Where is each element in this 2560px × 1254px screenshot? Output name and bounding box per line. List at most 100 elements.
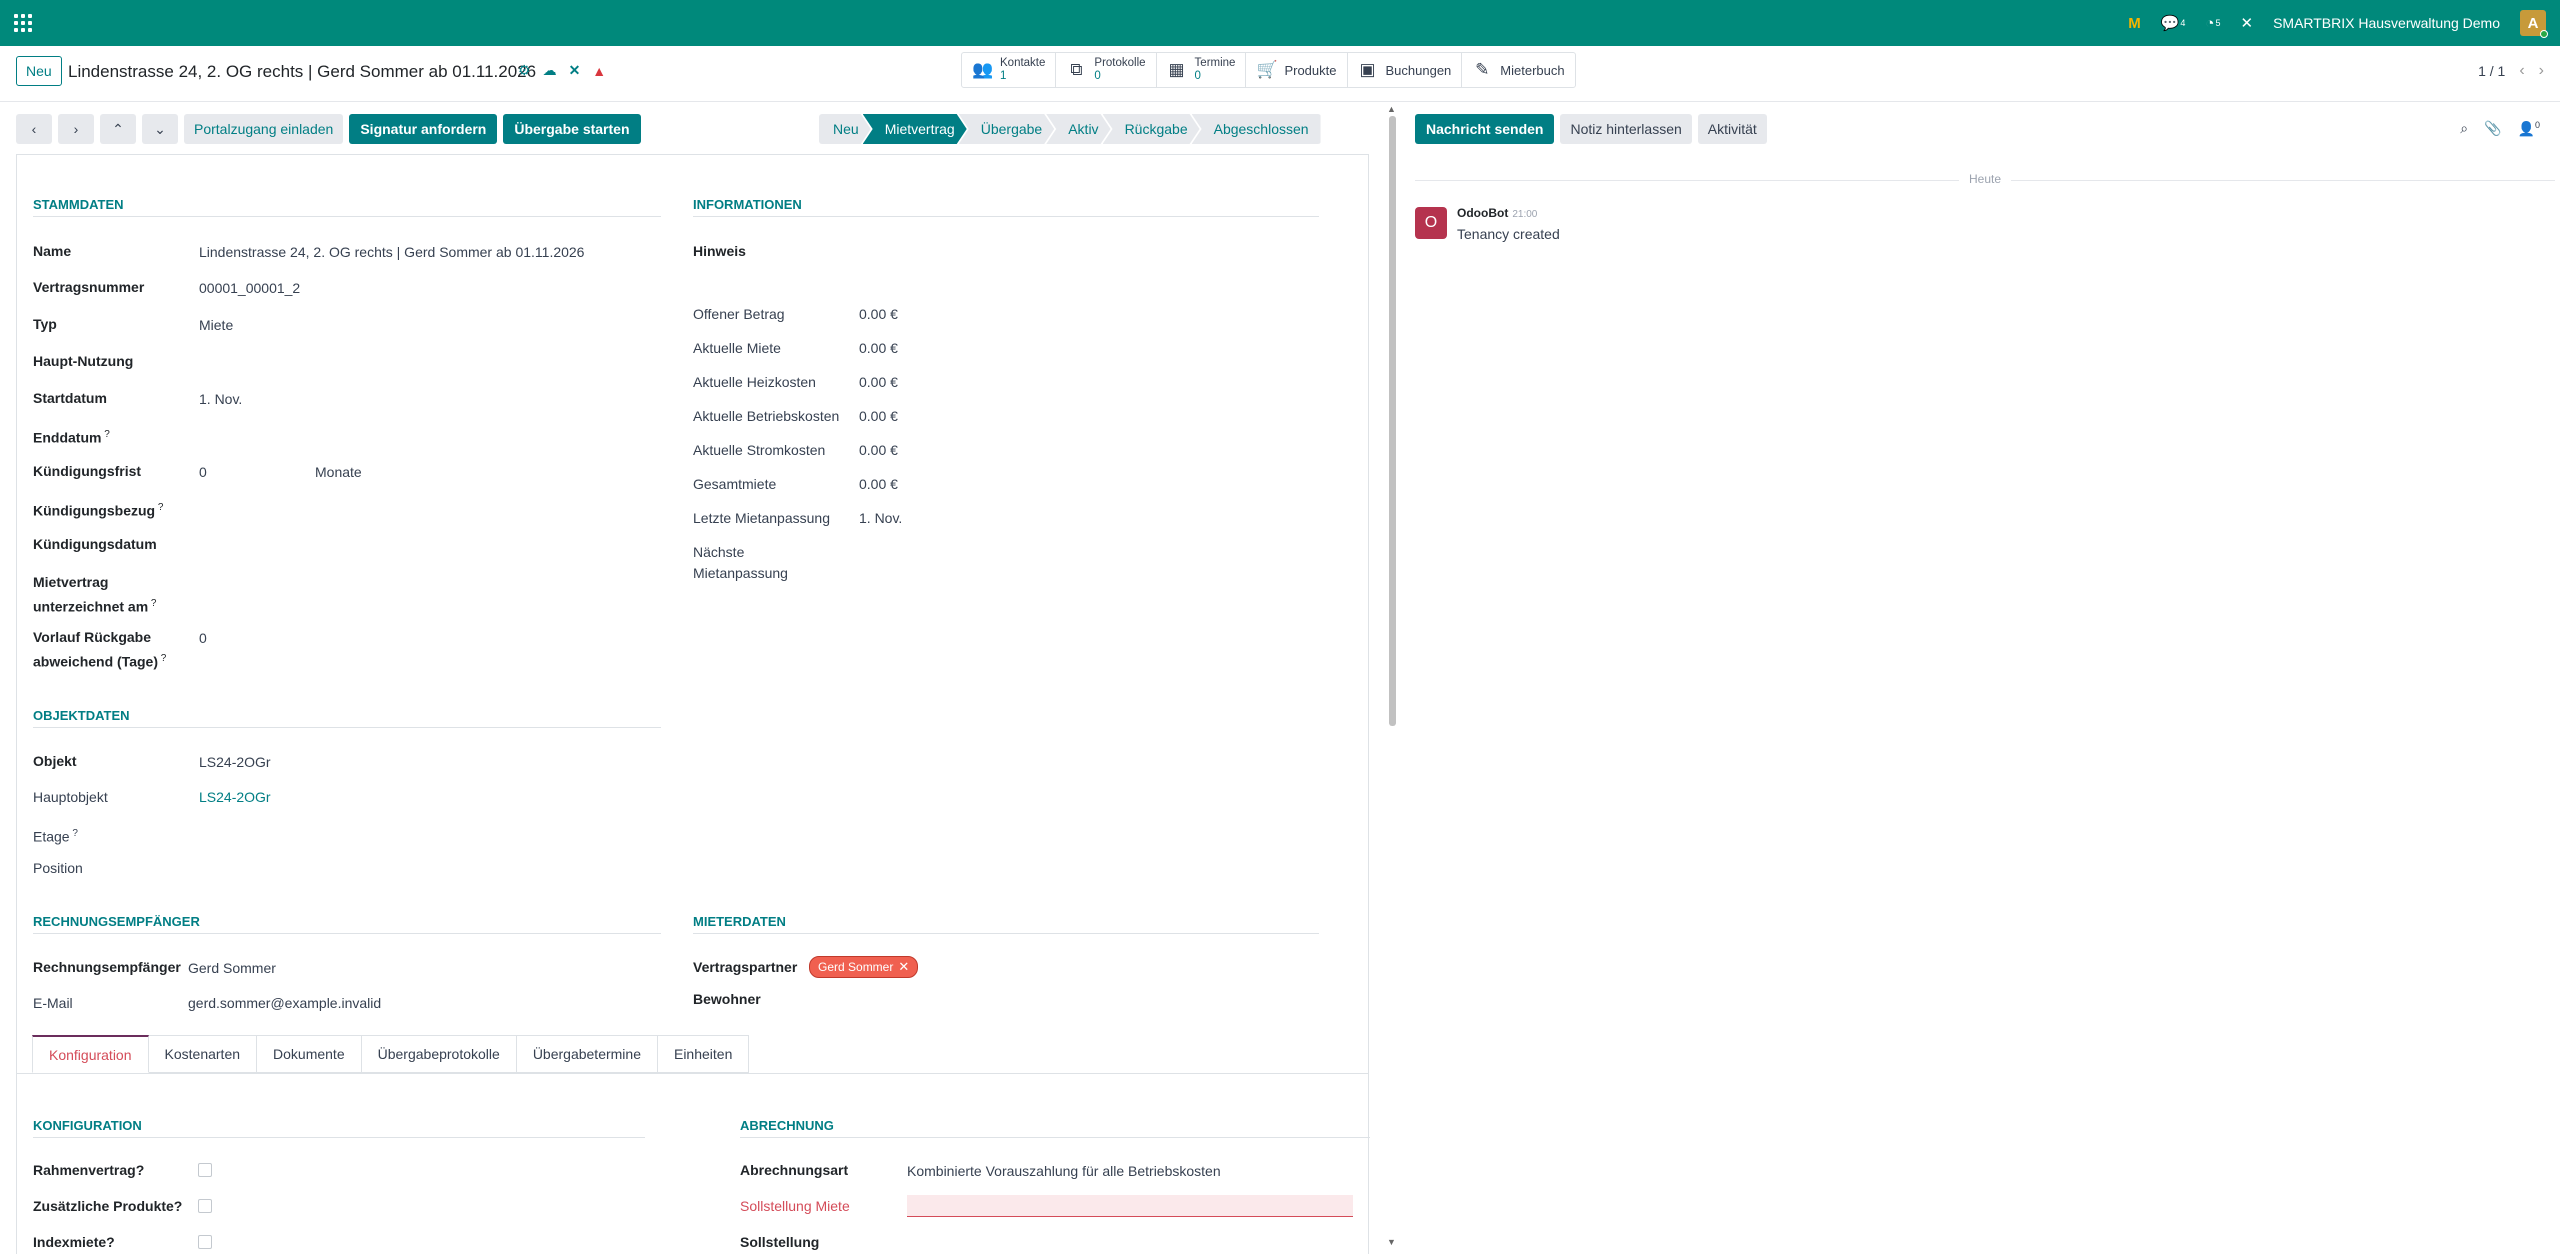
field-label: Aktuelle Miete	[693, 340, 781, 356]
stage-abgeschlossen[interactable]: Abgeschlossen	[1191, 114, 1321, 144]
scrollbar-thumb[interactable]	[1389, 116, 1396, 726]
field-label: Rahmenvertrag?	[33, 1162, 145, 1178]
return-lead-field[interactable]: 0	[199, 628, 207, 649]
additional-products-checkbox[interactable]	[198, 1199, 212, 1213]
log-note-button[interactable]: Notiz hinterlassen	[1560, 114, 1692, 144]
field-label: Vertragsnummer	[33, 279, 145, 295]
notice-period-unit[interactable]: Monate	[315, 462, 362, 483]
smart-button-mieterbuch[interactable]: ✎ Mieterbuch	[1462, 53, 1574, 87]
send-message-button[interactable]: Nachricht senden	[1415, 114, 1555, 144]
search-icon[interactable]: ⌕	[2460, 120, 2468, 138]
sollstellung-miete-input[interactable]	[907, 1195, 1353, 1217]
smart-button-protokolle[interactable]: ⧉ Protokolle 0	[1056, 53, 1157, 87]
help-icon[interactable]: ?	[70, 828, 78, 839]
pager-value[interactable]: 1 / 1	[2478, 63, 2505, 79]
tab-uebergabetermine[interactable]: Übergabetermine	[516, 1035, 658, 1073]
save-cloud-icon[interactable]: ☁	[543, 62, 557, 79]
discard-icon[interactable]: ✕	[569, 62, 581, 79]
form-statusbar-buttons: ‹ › ⌃ ⌄ Portalzugang einladen Signatur a…	[16, 114, 641, 144]
field-label: Bewohner	[693, 991, 761, 1007]
smart-button-termine[interactable]: ▦ Termine 0	[1157, 53, 1247, 87]
smart-button-produkte[interactable]: 🛒 Produkte	[1246, 53, 1348, 87]
notice-period-field[interactable]: 0	[199, 462, 207, 483]
smart-button-kontakte[interactable]: 👥 Kontakte 1	[962, 53, 1057, 87]
stage-aktiv[interactable]: Aktiv	[1046, 114, 1110, 144]
form-scrollbar[interactable]: ▲ ▼	[1387, 102, 1397, 1249]
form-area: ‹ › ⌃ ⌄ Portalzugang einladen Signatur a…	[0, 102, 1384, 1254]
scroll-up-icon[interactable]: ▲	[1387, 104, 1396, 114]
email-field[interactable]: gerd.sommer@example.invalid	[188, 993, 381, 1014]
index-rent-checkbox[interactable]	[198, 1235, 212, 1249]
warning-icon[interactable]: ▲	[592, 63, 606, 79]
field-label: Aktuelle Betriebskosten	[693, 408, 840, 424]
start-date-field[interactable]: 1. Nov.	[199, 389, 242, 410]
message-body: Tenancy created	[1457, 226, 1560, 242]
tab-einheiten[interactable]: Einheiten	[657, 1035, 750, 1073]
new-button[interactable]: Neu	[16, 56, 62, 86]
type-field[interactable]: Miete	[199, 315, 233, 336]
pager-previous-icon[interactable]: ‹	[2519, 62, 2524, 80]
stage-uebergabe[interactable]: Übergabe	[959, 114, 1055, 144]
next-record-button[interactable]: ›	[58, 114, 94, 144]
odoobot-avatar[interactable]: O	[1415, 207, 1447, 239]
field-label: Abrechnungsart	[740, 1162, 849, 1178]
move-down-button[interactable]: ⌄	[142, 114, 178, 144]
tab-uebergabeprotokolle[interactable]: Übergabeprotokolle	[361, 1035, 517, 1073]
invoice-recipient-field[interactable]: Gerd Sommer	[188, 958, 276, 979]
help-icon[interactable]: ?	[158, 653, 167, 664]
request-signature-button[interactable]: Signatur anfordern	[349, 114, 498, 144]
pager-next-icon[interactable]: ›	[2539, 62, 2544, 80]
stage-rueckgabe[interactable]: Rückgabe	[1103, 114, 1200, 144]
amount-value: 0.00 €	[859, 442, 898, 458]
contract-number-field[interactable]: 00001_00001_2	[199, 278, 300, 299]
user-avatar[interactable]: A	[2520, 10, 2548, 38]
company-name[interactable]: SMARTBRIX Hausverwaltung Demo	[2273, 15, 2500, 31]
field-label: Letzte Mietanpassung	[693, 510, 830, 526]
field-label: Sollstellung	[740, 1234, 820, 1250]
app-menu-icon[interactable]	[14, 14, 32, 32]
files-icon: ⧉	[1070, 60, 1083, 79]
paperclip-icon[interactable]: 📎	[2484, 120, 2501, 138]
stage-neu[interactable]: Neu	[819, 114, 871, 144]
field-label: Position	[33, 860, 83, 876]
followers-icon[interactable]: 👤0	[2518, 120, 2540, 138]
field-label: E-Mail	[33, 995, 73, 1011]
amount-value: 0.00 €	[859, 374, 898, 390]
start-handover-button[interactable]: Übergabe starten	[503, 114, 641, 144]
tab-dokumente[interactable]: Dokumente	[257, 1035, 362, 1073]
billing-type-field[interactable]: Kombinierte Vorauszahlung für alle Betri…	[907, 1161, 1221, 1182]
chat-icon[interactable]: 💬 4	[2161, 14, 2186, 32]
smart-button-buchungen[interactable]: ▣ Buchungen	[1348, 53, 1463, 87]
control-panel: Neu Lindenstrasse 24, 2. OG rechts | Ger…	[0, 46, 2560, 102]
field-label: Startdatum	[33, 390, 107, 406]
previous-record-button[interactable]: ‹	[16, 114, 52, 144]
portal-invite-button[interactable]: Portalzugang einladen	[184, 114, 344, 144]
scroll-down-icon[interactable]: ▼	[1387, 1237, 1396, 1247]
remove-tag-icon[interactable]: ✕	[898, 959, 909, 975]
gmail-icon[interactable]: M	[2128, 15, 2141, 32]
tools-icon[interactable]: ✕	[2240, 14, 2253, 32]
field-label: Typ	[33, 316, 57, 332]
activity-clock-icon[interactable]: ◔ 5	[2205, 15, 2220, 32]
partner-tag[interactable]: Gerd Sommer ✕	[809, 956, 919, 978]
tab-konfiguration[interactable]: Konfiguration	[32, 1035, 149, 1073]
name-field[interactable]: Lindenstrasse 24, 2. OG rechts | Gerd So…	[199, 242, 584, 263]
rahmenvertrag-checkbox[interactable]	[198, 1163, 212, 1177]
section-informationen: INFORMATIONEN	[693, 197, 1319, 217]
main-object-link[interactable]: LS24-2OGr	[199, 787, 271, 808]
notebook-tabs: Konfiguration Kostenarten Dokumente Über…	[32, 1035, 750, 1073]
tab-divider	[16, 1073, 1369, 1074]
help-icon[interactable]: ?	[101, 429, 110, 440]
move-up-button[interactable]: ⌃	[100, 114, 136, 144]
activity-button[interactable]: Aktivität	[1697, 114, 1767, 144]
object-field[interactable]: LS24-2OGr	[199, 752, 271, 773]
help-icon[interactable]: ?	[148, 598, 157, 609]
stage-mietvertrag[interactable]: Mietvertrag	[863, 114, 967, 144]
online-status-dot	[2540, 30, 2548, 38]
tab-kostenarten[interactable]: Kostenarten	[148, 1035, 258, 1073]
field-label: Vorlauf Rückgabe abweichend (Tage) ?	[33, 629, 167, 670]
gear-icon[interactable]: ⚙	[518, 62, 531, 79]
field-label: Aktuelle Stromkosten	[693, 442, 826, 458]
calendar-icon: ▦	[1168, 60, 1185, 79]
help-icon[interactable]: ?	[155, 502, 164, 513]
